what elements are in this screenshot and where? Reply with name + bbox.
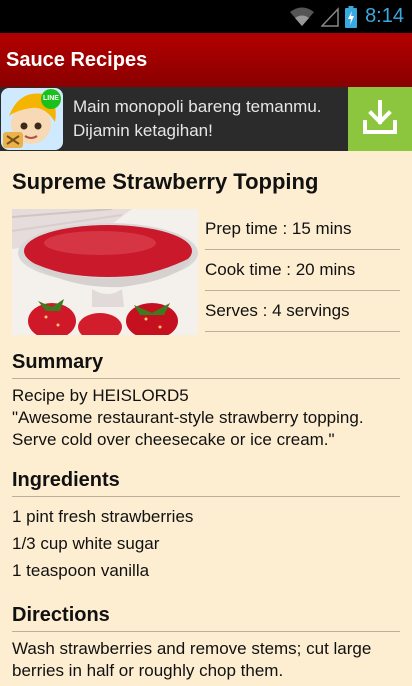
- list-item: 1/3 cup white sugar: [12, 534, 160, 553]
- prep-time: Prep time : 15 mins: [205, 209, 400, 250]
- app-title: Sauce Recipes: [6, 48, 148, 71]
- recipe-photo: [11, 208, 198, 341]
- app-bar: Sauce Recipes: [0, 33, 412, 87]
- list-item: 1 pint fresh strawberries: [12, 507, 194, 526]
- list-item: 1 teaspoon vanilla: [12, 561, 150, 580]
- line-badge: LINE: [43, 95, 59, 102]
- cook-time: Cook time : 20 mins: [205, 250, 400, 291]
- clock: 8:14: [365, 5, 404, 27]
- summary-quote: "Awesome restaurant-style strawberry top…: [12, 408, 364, 449]
- status-bar: 8:14: [0, 0, 412, 33]
- download-button[interactable]: [348, 87, 412, 151]
- ad-text[interactable]: Main monopoli bareng temanmu. Dijamin ke…: [63, 95, 348, 143]
- wifi-icon: [289, 7, 315, 27]
- recipe-content[interactable]: Supreme Strawberry Topping Prep time: 1…: [0, 151, 412, 686]
- download-icon: [361, 98, 399, 141]
- recipe-overview: Prep time : 15 mins Cook time : 20 mins …: [11, 208, 400, 341]
- summary-author: Recipe by HEISLORD5: [12, 386, 189, 405]
- signal-icon: [321, 6, 339, 27]
- summary-heading: Summary: [12, 351, 400, 379]
- battery-icon: [345, 5, 358, 28]
- summary-text: Recipe by HEISLORD5 "Awesome restaurant-…: [12, 385, 400, 451]
- recipe-facts: Prep time : 15 mins Cook time : 20 mins …: [205, 209, 400, 335]
- directions-heading: Directions: [12, 604, 400, 632]
- directions-text: Wash strawberries and remove stems; cut …: [12, 639, 372, 680]
- ad-banner[interactable]: LINE Main monopoli bareng temanmu. Dijam…: [0, 87, 412, 151]
- servings: Serves : 4 servings: [205, 291, 400, 332]
- game-logo-icon[interactable]: LINE: [1, 88, 63, 150]
- recipe-title: Supreme Strawberry Topping: [12, 169, 319, 194]
- ingredients-heading: Ingredients: [12, 469, 400, 497]
- ingredients-list: 1 pint fresh strawberries 1/3 cup white …: [12, 503, 400, 584]
